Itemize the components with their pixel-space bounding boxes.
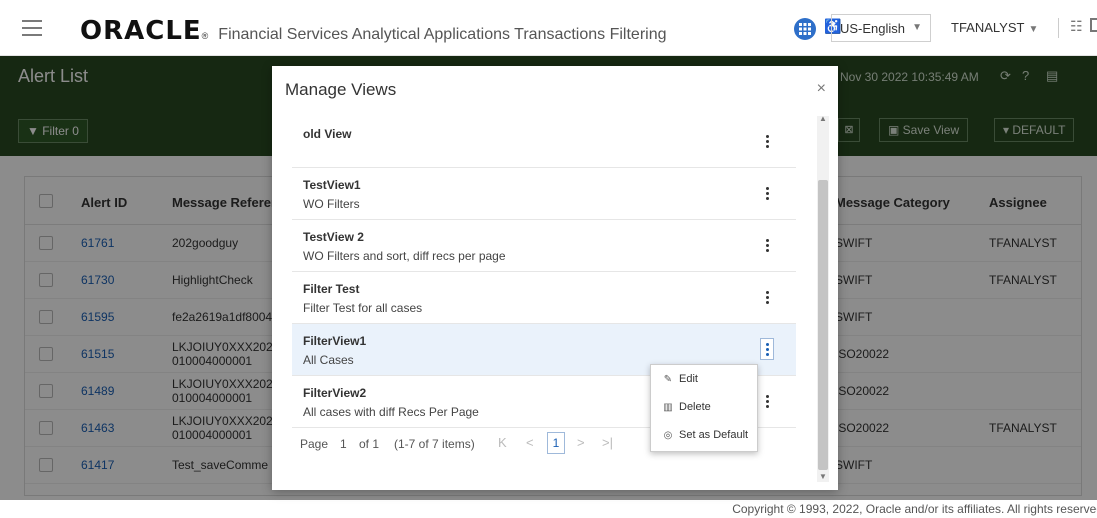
first-page-icon[interactable]: K [498, 435, 507, 450]
view-name: FilterView2 [303, 386, 367, 400]
page-input[interactable]: 1 [340, 437, 347, 451]
menu-item-set-default[interactable]: ◎ Set as Default [663, 425, 748, 445]
view-name: old View [303, 127, 352, 141]
footer: Copyright © 1993, 2022, Oracle and/or it… [0, 500, 1097, 518]
copyright-text: Copyright © 1993, 2022, Oracle and/or it… [732, 502, 1097, 516]
close-icon[interactable]: × [817, 80, 826, 98]
previous-page-icon[interactable]: < [526, 435, 534, 450]
menu-item-set-default-label: Set as Default [679, 429, 749, 441]
top-bar: ORACLE ® Financial Services Analytical A… [0, 0, 1097, 56]
kebab-menu-icon[interactable] [760, 338, 774, 360]
view-name: Filter Test [303, 282, 360, 296]
view-item[interactable]: TestView1 WO Filters [292, 168, 796, 220]
view-name: TestView1 [303, 178, 361, 192]
scroll-up-arrow-icon[interactable]: ▲ [819, 114, 827, 123]
apps-grid-icon[interactable] [794, 18, 816, 40]
language-value: US-English [840, 21, 906, 36]
view-description: WO Filters [303, 197, 360, 211]
page-button-current[interactable]: 1 [547, 432, 565, 454]
next-page-icon[interactable]: > [577, 435, 585, 450]
view-description: Filter Test for all cases [303, 301, 423, 315]
hamburger-menu-icon[interactable] [22, 20, 42, 36]
kebab-menu-icon[interactable] [760, 182, 774, 204]
menu-item-delete[interactable]: ▥ Delete [663, 397, 711, 417]
menu-item-edit[interactable]: ✎ Edit [663, 369, 698, 389]
user-menu[interactable]: TFANALYST ▼ [951, 20, 1038, 35]
view-description: All cases with diff Recs Per Page [303, 405, 479, 419]
divider [1058, 18, 1059, 38]
page-label: Page [300, 437, 329, 451]
edit-icon: ✎ [663, 373, 673, 385]
chevron-down-icon: ▼ [912, 22, 922, 33]
language-select[interactable]: US-English ▼ [831, 14, 931, 42]
view-description: WO Filters and sort, diff recs per page [303, 249, 506, 263]
view-name: TestView 2 [303, 230, 364, 244]
view-item[interactable]: TestView 2 WO Filters and sort, diff rec… [292, 220, 796, 272]
kebab-menu-icon[interactable] [760, 234, 774, 256]
oracle-logo: ORACLE [80, 16, 202, 46]
view-description: All Cases [303, 353, 354, 367]
dialog-title: Manage Views [285, 80, 397, 99]
kebab-menu-icon[interactable] [760, 286, 774, 308]
org-chart-icon[interactable]: ☷ [1070, 18, 1083, 35]
page-of-label: of 1 [359, 437, 380, 451]
user-name: TFANALYST [951, 20, 1025, 35]
scrollbar-thumb[interactable] [818, 180, 828, 470]
kebab-menu-icon[interactable] [760, 390, 774, 412]
registered-mark: ® [201, 31, 209, 41]
items-range-label: (1-7 of 7 items) [394, 437, 475, 451]
app-title: Financial Services Analytical Applicatio… [218, 26, 667, 43]
menu-item-edit-label: Edit [679, 373, 698, 385]
panel-icon[interactable] [1090, 18, 1097, 32]
chevron-down-icon: ▼ [1028, 24, 1039, 35]
menu-item-delete-label: Delete [679, 401, 711, 413]
last-page-icon[interactable]: >| [602, 435, 613, 450]
scroll-down-arrow-icon[interactable]: ▼ [819, 472, 827, 481]
view-item[interactable]: old View [292, 116, 796, 168]
trash-icon: ▥ [663, 401, 673, 413]
view-context-menu: ✎ Edit ▥ Delete ◎ Set as Default [650, 364, 758, 452]
brand: ORACLE ® Financial Services Analytical A… [80, 16, 667, 46]
kebab-menu-icon[interactable] [760, 130, 774, 152]
radio-icon: ◎ [663, 429, 673, 441]
view-name: FilterView1 [303, 334, 367, 348]
view-item[interactable]: Filter Test Filter Test for all cases [292, 272, 796, 324]
